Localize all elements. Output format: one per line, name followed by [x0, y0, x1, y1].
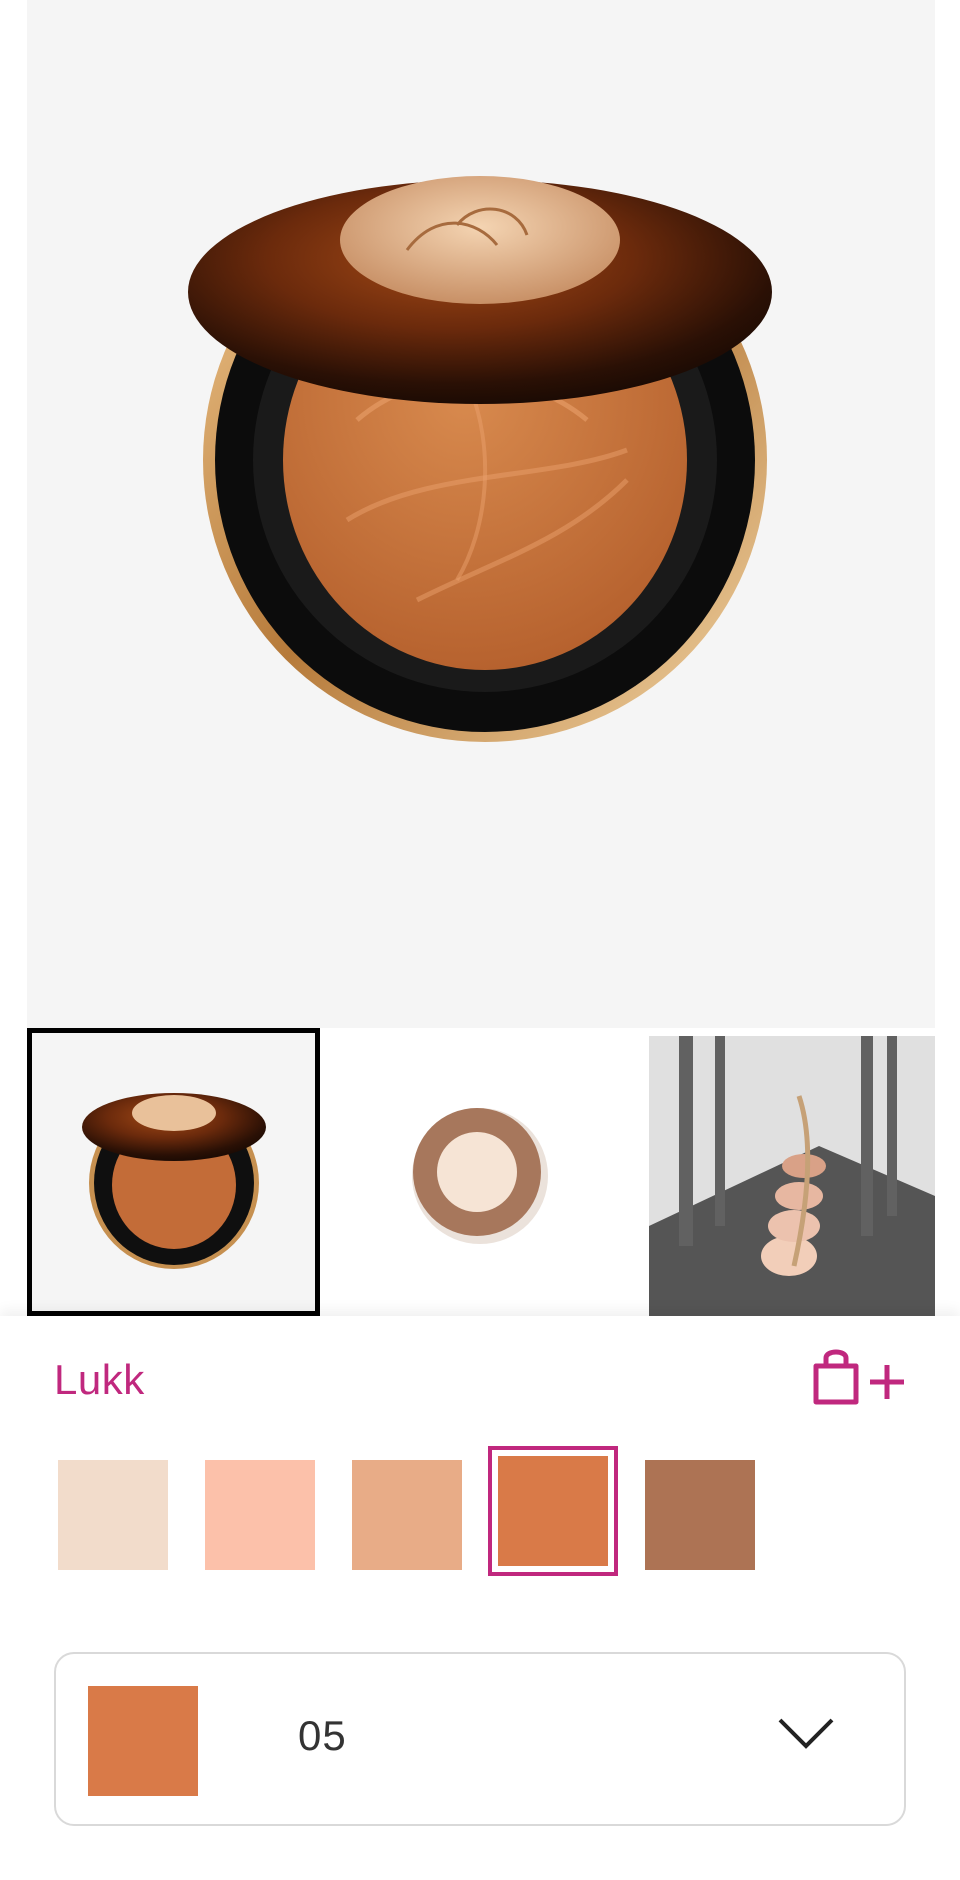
- shade-swatch-3[interactable]: [342, 1450, 472, 1580]
- thumbnail-compact-front: [82, 1093, 266, 1269]
- swatch-color: [205, 1460, 315, 1570]
- chevron-down-icon: [778, 1718, 834, 1749]
- shade-swatch-2[interactable]: [195, 1450, 325, 1580]
- selected-shade-label: 05: [298, 1712, 347, 1759]
- swatch-color: [352, 1460, 462, 1570]
- swatch-color: [498, 1456, 608, 1566]
- shade-selector-panel: Lukk 05: [0, 1316, 960, 1880]
- shade-swatch-1[interactable]: [48, 1450, 178, 1580]
- thumbnail-compact-top: [412, 1108, 548, 1244]
- shopping-bag-plus-icon: [813, 1349, 904, 1405]
- thumbnail-2[interactable]: [327, 1028, 637, 1316]
- shade-swatch-5[interactable]: [635, 1450, 765, 1580]
- selected-shade-swatch: [88, 1686, 198, 1796]
- thumbnail-strip: [27, 1028, 935, 1316]
- product-page: Lukk 05: [0, 0, 960, 1880]
- shade-dropdown[interactable]: 05: [54, 1652, 906, 1826]
- compact-image: [188, 176, 772, 742]
- product-hero-image[interactable]: [27, 0, 935, 1028]
- shade-section-title: Lukk: [54, 1356, 145, 1403]
- thumbnail-3[interactable]: [649, 1036, 935, 1316]
- swatch-color: [58, 1460, 168, 1570]
- add-to-bag-button[interactable]: [808, 1346, 908, 1410]
- thumbnail-display-stand: [649, 1036, 935, 1316]
- shade-swatch-4-selected[interactable]: [488, 1446, 618, 1576]
- thumbnail-1-selected[interactable]: [27, 1028, 320, 1316]
- swatch-color: [645, 1460, 755, 1570]
